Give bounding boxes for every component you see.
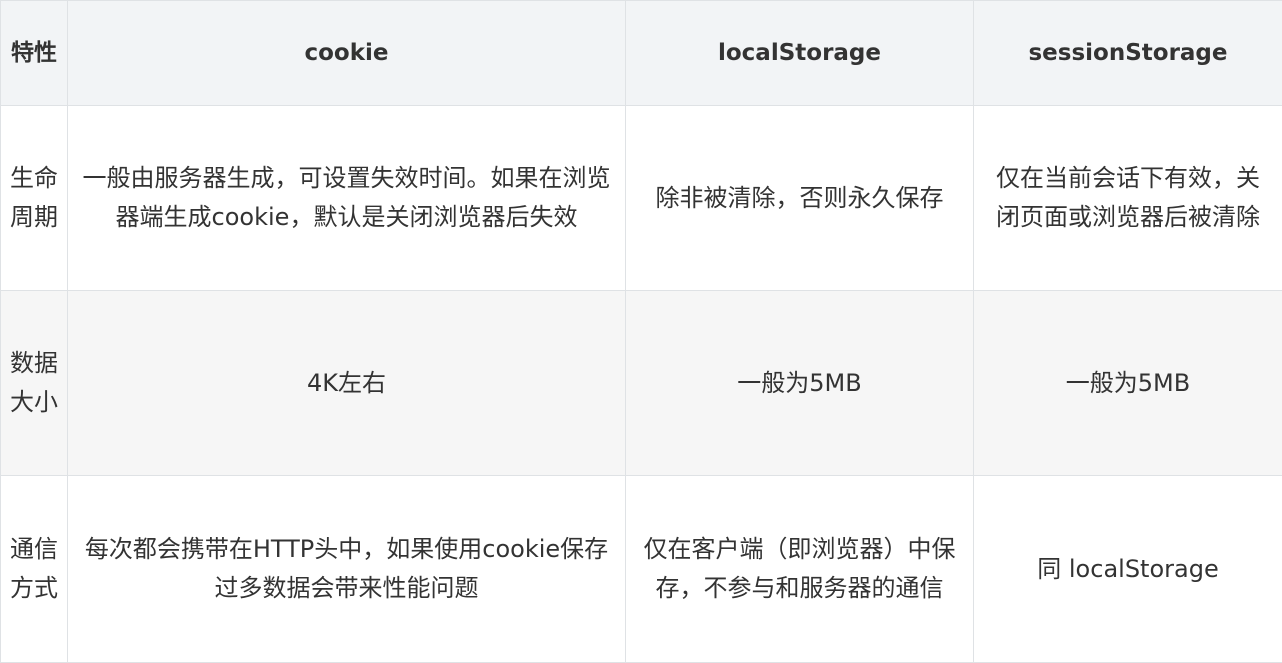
cookie-cell: 4K左右: [67, 290, 626, 476]
cookie-cell: 一般由服务器生成，可设置失效时间。如果在浏览器端生成cookie，默认是关闭浏览…: [67, 105, 626, 291]
comparison-table: 特性 cookie localStorage sessionStorage 生命…: [0, 0, 1282, 663]
header-sessionstorage: sessionStorage: [973, 0, 1282, 106]
table-row: 通信方式 每次都会携带在HTTP头中，如果使用cookie保存过多数据会带来性能…: [0, 475, 1282, 663]
table-body: 生命周期 一般由服务器生成，可设置失效时间。如果在浏览器端生成cookie，默认…: [0, 105, 1282, 663]
table-row: 数据大小 4K左右 一般为5MB 一般为5MB: [0, 290, 1282, 476]
header-localstorage: localStorage: [625, 0, 974, 106]
table-row: 生命周期 一般由服务器生成，可设置失效时间。如果在浏览器端生成cookie，默认…: [0, 105, 1282, 291]
localstorage-cell: 仅在客户端（即浏览器）中保存，不参与和服务器的通信: [625, 475, 974, 663]
sessionstorage-cell: 仅在当前会话下有效，关闭页面或浏览器后被清除: [973, 105, 1282, 291]
feature-cell: 数据大小: [0, 290, 68, 476]
feature-cell: 生命周期: [0, 105, 68, 291]
sessionstorage-cell: 一般为5MB: [973, 290, 1282, 476]
feature-cell: 通信方式: [0, 475, 68, 663]
header-row: 特性 cookie localStorage sessionStorage: [0, 0, 1282, 106]
table-header: 特性 cookie localStorage sessionStorage: [0, 0, 1282, 106]
cookie-cell: 每次都会携带在HTTP头中，如果使用cookie保存过多数据会带来性能问题: [67, 475, 626, 663]
localstorage-cell: 除非被清除，否则永久保存: [625, 105, 974, 291]
sessionstorage-cell: 同 localStorage: [973, 475, 1282, 663]
localstorage-cell: 一般为5MB: [625, 290, 974, 476]
header-feature: 特性: [0, 0, 68, 106]
header-cookie: cookie: [67, 0, 626, 106]
